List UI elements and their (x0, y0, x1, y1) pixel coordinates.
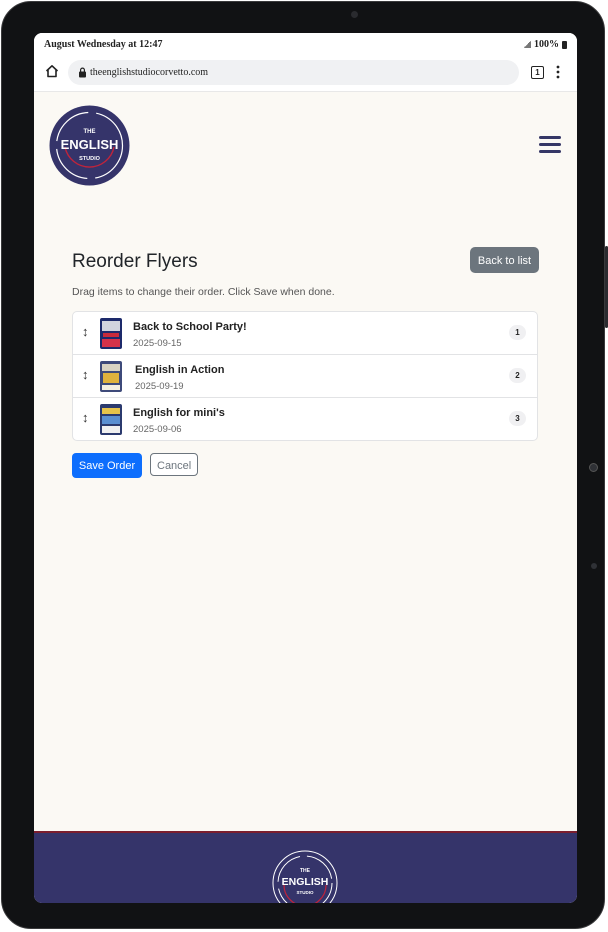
hamburger-menu-icon[interactable] (539, 136, 561, 154)
tabs-icon[interactable]: 1 (531, 66, 544, 79)
footer-logo-text-studio: STUDIO (296, 890, 314, 895)
screen: August Wednesday at 12:47 100% theenglis… (34, 33, 577, 903)
sensor-dot (589, 463, 598, 472)
drag-handle-icon[interactable]: ↕ (82, 411, 89, 425)
status-time: August Wednesday at 12:47 (44, 39, 163, 50)
logo-text-the: THE (84, 129, 96, 135)
logo-text-studio: STUDIO (79, 156, 101, 162)
tablet-frame: August Wednesday at 12:47 100% theenglis… (1, 1, 608, 929)
flyer-row[interactable]: ↕ English in Action 2025-09-19 2 (73, 355, 537, 398)
flyer-row[interactable]: ↕ Back to School Party! 2025-09-15 1 (73, 312, 537, 355)
status-bar: August Wednesday at 12:47 100% (34, 33, 577, 55)
logo-text-english: ENGLISH (61, 137, 119, 152)
flyer-thumbnail (100, 404, 122, 435)
flyer-title: Back to School Party! (133, 321, 247, 333)
battery-percent: 100% (534, 39, 559, 50)
site-logo[interactable]: THE ENGLISH STUDIO (49, 105, 130, 186)
drag-handle-icon[interactable]: ↕ (82, 325, 89, 339)
browser-toolbar: theenglishstudiocorvetto.com 1 (34, 55, 577, 92)
address-bar[interactable]: theenglishstudiocorvetto.com (68, 60, 519, 85)
flyer-title: English in Action (135, 364, 225, 376)
flyer-list: ↕ Back to School Party! 2025-09-15 1 ↕ E… (72, 311, 538, 441)
site-footer: THE ENGLISH STUDIO (34, 831, 577, 903)
flyer-date: 2025-09-19 (135, 381, 184, 392)
footer-logo[interactable]: THE ENGLISH STUDIO (271, 849, 339, 903)
footer-logo-text-the: THE (300, 868, 311, 874)
flyer-date: 2025-09-15 (133, 338, 182, 349)
lock-icon (79, 67, 86, 78)
order-badge: 3 (509, 411, 526, 426)
flyer-thumbnail (100, 361, 122, 392)
flyer-thumbnail (100, 318, 122, 349)
more-vert-icon[interactable] (556, 65, 560, 79)
battery-icon (562, 40, 567, 49)
signal-icon (523, 41, 531, 48)
drag-handle-icon[interactable]: ↕ (82, 368, 89, 382)
cancel-button[interactable]: Cancel (150, 453, 198, 476)
order-badge: 1 (509, 325, 526, 340)
status-indicators: 100% (523, 39, 567, 50)
sensor-dot-small (591, 563, 597, 569)
flyer-title: English for mini's (133, 407, 225, 419)
home-icon[interactable] (45, 64, 59, 78)
order-badge: 2 (509, 368, 526, 383)
flyer-date: 2025-09-06 (133, 424, 182, 435)
instructions-text: Drag items to change their order. Click … (72, 286, 335, 298)
front-camera (351, 11, 358, 18)
page-title: Reorder Flyers (72, 251, 198, 272)
footer-logo-text-english: ENGLISH (282, 876, 329, 888)
flyer-row[interactable]: ↕ English for mini's 2025-09-06 3 (73, 398, 537, 441)
url-text: theenglishstudiocorvetto.com (90, 67, 209, 78)
back-to-list-button[interactable]: Back to list (470, 247, 539, 273)
save-order-button[interactable]: Save Order (72, 453, 142, 478)
